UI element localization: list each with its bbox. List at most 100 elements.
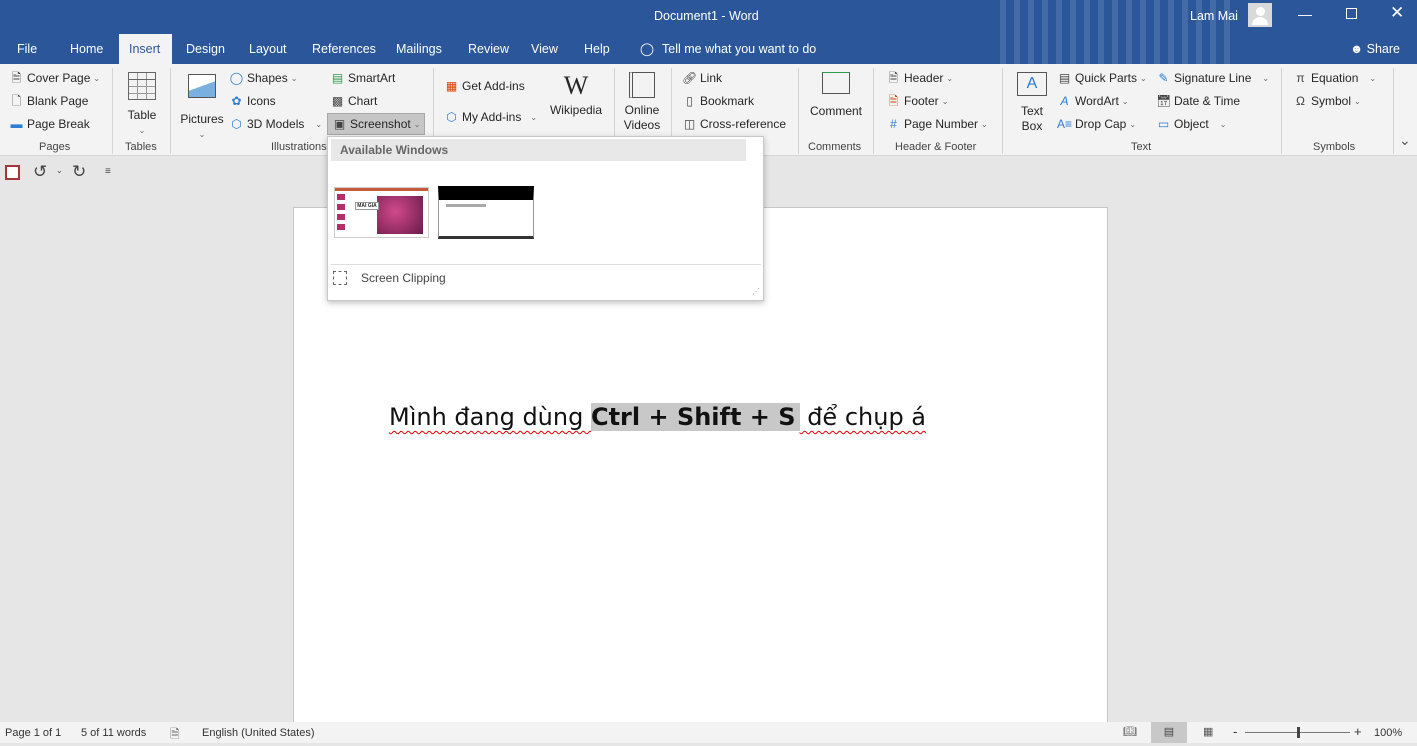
chevron-down-icon: ⌄ [1140, 73, 1147, 83]
store-icon: ▦ [445, 78, 458, 93]
symbol-button[interactable]: Ω Symbol ⌄ [1293, 91, 1361, 111]
save-icon[interactable] [5, 165, 20, 180]
footer-button[interactable]: 🗎 Footer ⌄ [886, 91, 949, 111]
label: Pictures [180, 112, 224, 126]
tab-mailings[interactable]: Mailings [386, 34, 452, 64]
cover-page-icon: 🗎 [11, 70, 22, 85]
tab-references[interactable]: References [302, 34, 386, 64]
slide-thumbs [337, 194, 345, 234]
tab-review[interactable]: Review [458, 34, 519, 64]
chevron-down-icon: ⌄ [93, 73, 101, 83]
wikipedia-button[interactable]: W Wikipedia [546, 72, 606, 118]
tab-home[interactable]: Home [60, 34, 113, 64]
read-mode-icon[interactable]: 📖︎ [1123, 725, 1137, 738]
group-label-pages: Pages [39, 141, 71, 153]
label: Icons [247, 94, 276, 108]
equation-button[interactable]: π Equation ⌄ [1293, 68, 1376, 88]
redo-icon[interactable]: ↻ [72, 162, 86, 182]
3d-models-button[interactable]: ⬡ 3D Models ⌄ [229, 114, 322, 134]
cover-page-button[interactable]: 🗎 Cover Page ⌄ [9, 68, 100, 88]
table-button[interactable]: Table ⌄ [122, 72, 162, 138]
my-addins-button[interactable]: ⬡ My Add-ins ⌄ [444, 107, 537, 127]
cross-reference-button[interactable]: ◫ Cross-reference [682, 114, 786, 134]
tab-view[interactable]: View [521, 34, 568, 64]
customize-qat-icon[interactable]: ≡ [105, 166, 111, 177]
page-count[interactable]: Page 1 of 1 [5, 727, 61, 739]
tab-design[interactable]: Design [176, 34, 235, 64]
blank-page-button[interactable]: 🗋 Blank Page [9, 91, 89, 111]
window-thumbnail-powerpoint[interactable]: MAI GIA [334, 187, 429, 238]
group-label-comments: Comments [808, 141, 862, 153]
shapes-button[interactable]: ◯ Shapes ⌄ [229, 68, 298, 88]
title-bar: Document1 - Word Lam Mai — ✕ File Home I… [0, 0, 1417, 64]
word-count[interactable]: 5 of 11 words [81, 727, 146, 739]
online-videos-button[interactable]: Online Videos [620, 72, 664, 133]
screenshot-button[interactable]: ▣ Screenshot ⌄ [327, 113, 426, 135]
collapse-ribbon-icon[interactable]: ⌄ [1399, 132, 1411, 149]
zoom-out-button[interactable]: - [1233, 724, 1237, 739]
undo-icon[interactable]: ↺ [33, 162, 47, 182]
divider [1002, 68, 1003, 154]
label: Table [127, 108, 157, 122]
wordart-button[interactable]: A WordArt ⌄ [1057, 91, 1128, 111]
chevron-down-icon: ⌄ [1369, 73, 1377, 83]
minimize-button[interactable]: — [1298, 6, 1312, 22]
language[interactable]: English (United States) [202, 727, 315, 739]
label: Screenshot [350, 117, 411, 131]
bookmark-icon: ▯ [686, 93, 693, 108]
available-windows-header: Available Windows [331, 139, 746, 161]
window-thumbnail-document[interactable] [438, 186, 534, 239]
print-layout-icon[interactable]: ▤ [1151, 722, 1187, 743]
tab-layout[interactable]: Layout [239, 34, 297, 64]
chart-button[interactable]: ▩ Chart [330, 91, 378, 111]
label: Header [904, 71, 944, 85]
chevron-down-icon: ⌄ [413, 119, 421, 129]
text-box-button[interactable]: A Text Box [1012, 72, 1052, 134]
maximize-button[interactable] [1346, 8, 1357, 19]
tab-insert[interactable]: Insert [119, 34, 172, 64]
quick-parts-icon: ▤ [1058, 70, 1071, 85]
status-bar: Page 1 of 1 5 of 11 words 🗎 English (Uni… [0, 722, 1417, 743]
screen-clipping-item[interactable]: Screen Clipping [361, 271, 446, 285]
chevron-down-icon: ⌄ [1219, 119, 1227, 129]
tell-me-search[interactable]: ◯ Tell me what you want to do [630, 34, 826, 64]
link-button[interactable]: 🔗︎ Link [682, 68, 722, 88]
date-time-button[interactable]: 📅︎ Date & Time [1156, 91, 1240, 111]
signature-line-button[interactable]: ✎ Signature Line ⌄ [1156, 68, 1269, 88]
zoom-level[interactable]: 100% [1374, 727, 1402, 739]
tab-file[interactable]: File [7, 34, 47, 64]
web-layout-icon[interactable]: ▦ [1203, 725, 1213, 738]
selected-text[interactable]: Ctrl + Shift + S [590, 403, 800, 431]
comment-icon [822, 72, 850, 94]
avatar[interactable] [1248, 3, 1272, 27]
addins-icon: ⬡ [446, 109, 457, 124]
chevron-down-icon: ⌄ [981, 119, 988, 129]
icons-button[interactable]: ✿ Icons [229, 91, 276, 111]
object-button[interactable]: ▭ Object ⌄ [1156, 114, 1227, 134]
label: Drop Cap [1075, 117, 1127, 131]
share-button[interactable]: ☻ Share [1340, 34, 1410, 64]
page-break-icon: ▬ [10, 116, 23, 131]
bookmark-button[interactable]: ▯ Bookmark [682, 91, 754, 111]
undo-dropdown-icon[interactable]: ⌄ [56, 166, 63, 175]
page-break-button[interactable]: ▬ Page Break [9, 114, 90, 134]
page-number-button[interactable]: # Page Number ⌄ [886, 114, 988, 134]
header-button[interactable]: 🗎 Header ⌄ [886, 68, 953, 88]
drop-cap-button[interactable]: A≡ Drop Cap ⌄ [1057, 114, 1136, 134]
label: Videos [623, 118, 661, 132]
person-icon: ☻ [1350, 42, 1364, 56]
comment-button[interactable]: Comment [806, 72, 866, 119]
document-paragraph[interactable]: Mình đang dùng Ctrl + Shift + S để chụp … [389, 393, 926, 441]
get-addins-button[interactable]: ▦ Get Add-ins [444, 76, 525, 96]
close-button[interactable]: ✕ [1390, 3, 1404, 23]
user-name[interactable]: Lam Mai [1190, 9, 1238, 23]
zoom-slider-thumb[interactable] [1296, 727, 1300, 738]
pictures-button[interactable]: Pictures ⌄ [178, 74, 226, 142]
tab-help[interactable]: Help [574, 34, 620, 64]
resize-grip-icon[interactable]: ⋰ [752, 287, 760, 296]
smartart-button[interactable]: ▤ SmartArt [330, 68, 396, 88]
header-icon: 🗎 [888, 70, 899, 85]
zoom-in-button[interactable]: + [1354, 724, 1362, 739]
link-icon: 🔗︎ [682, 70, 698, 85]
quick-parts-button[interactable]: ▤ Quick Parts ⌄ [1057, 68, 1147, 88]
